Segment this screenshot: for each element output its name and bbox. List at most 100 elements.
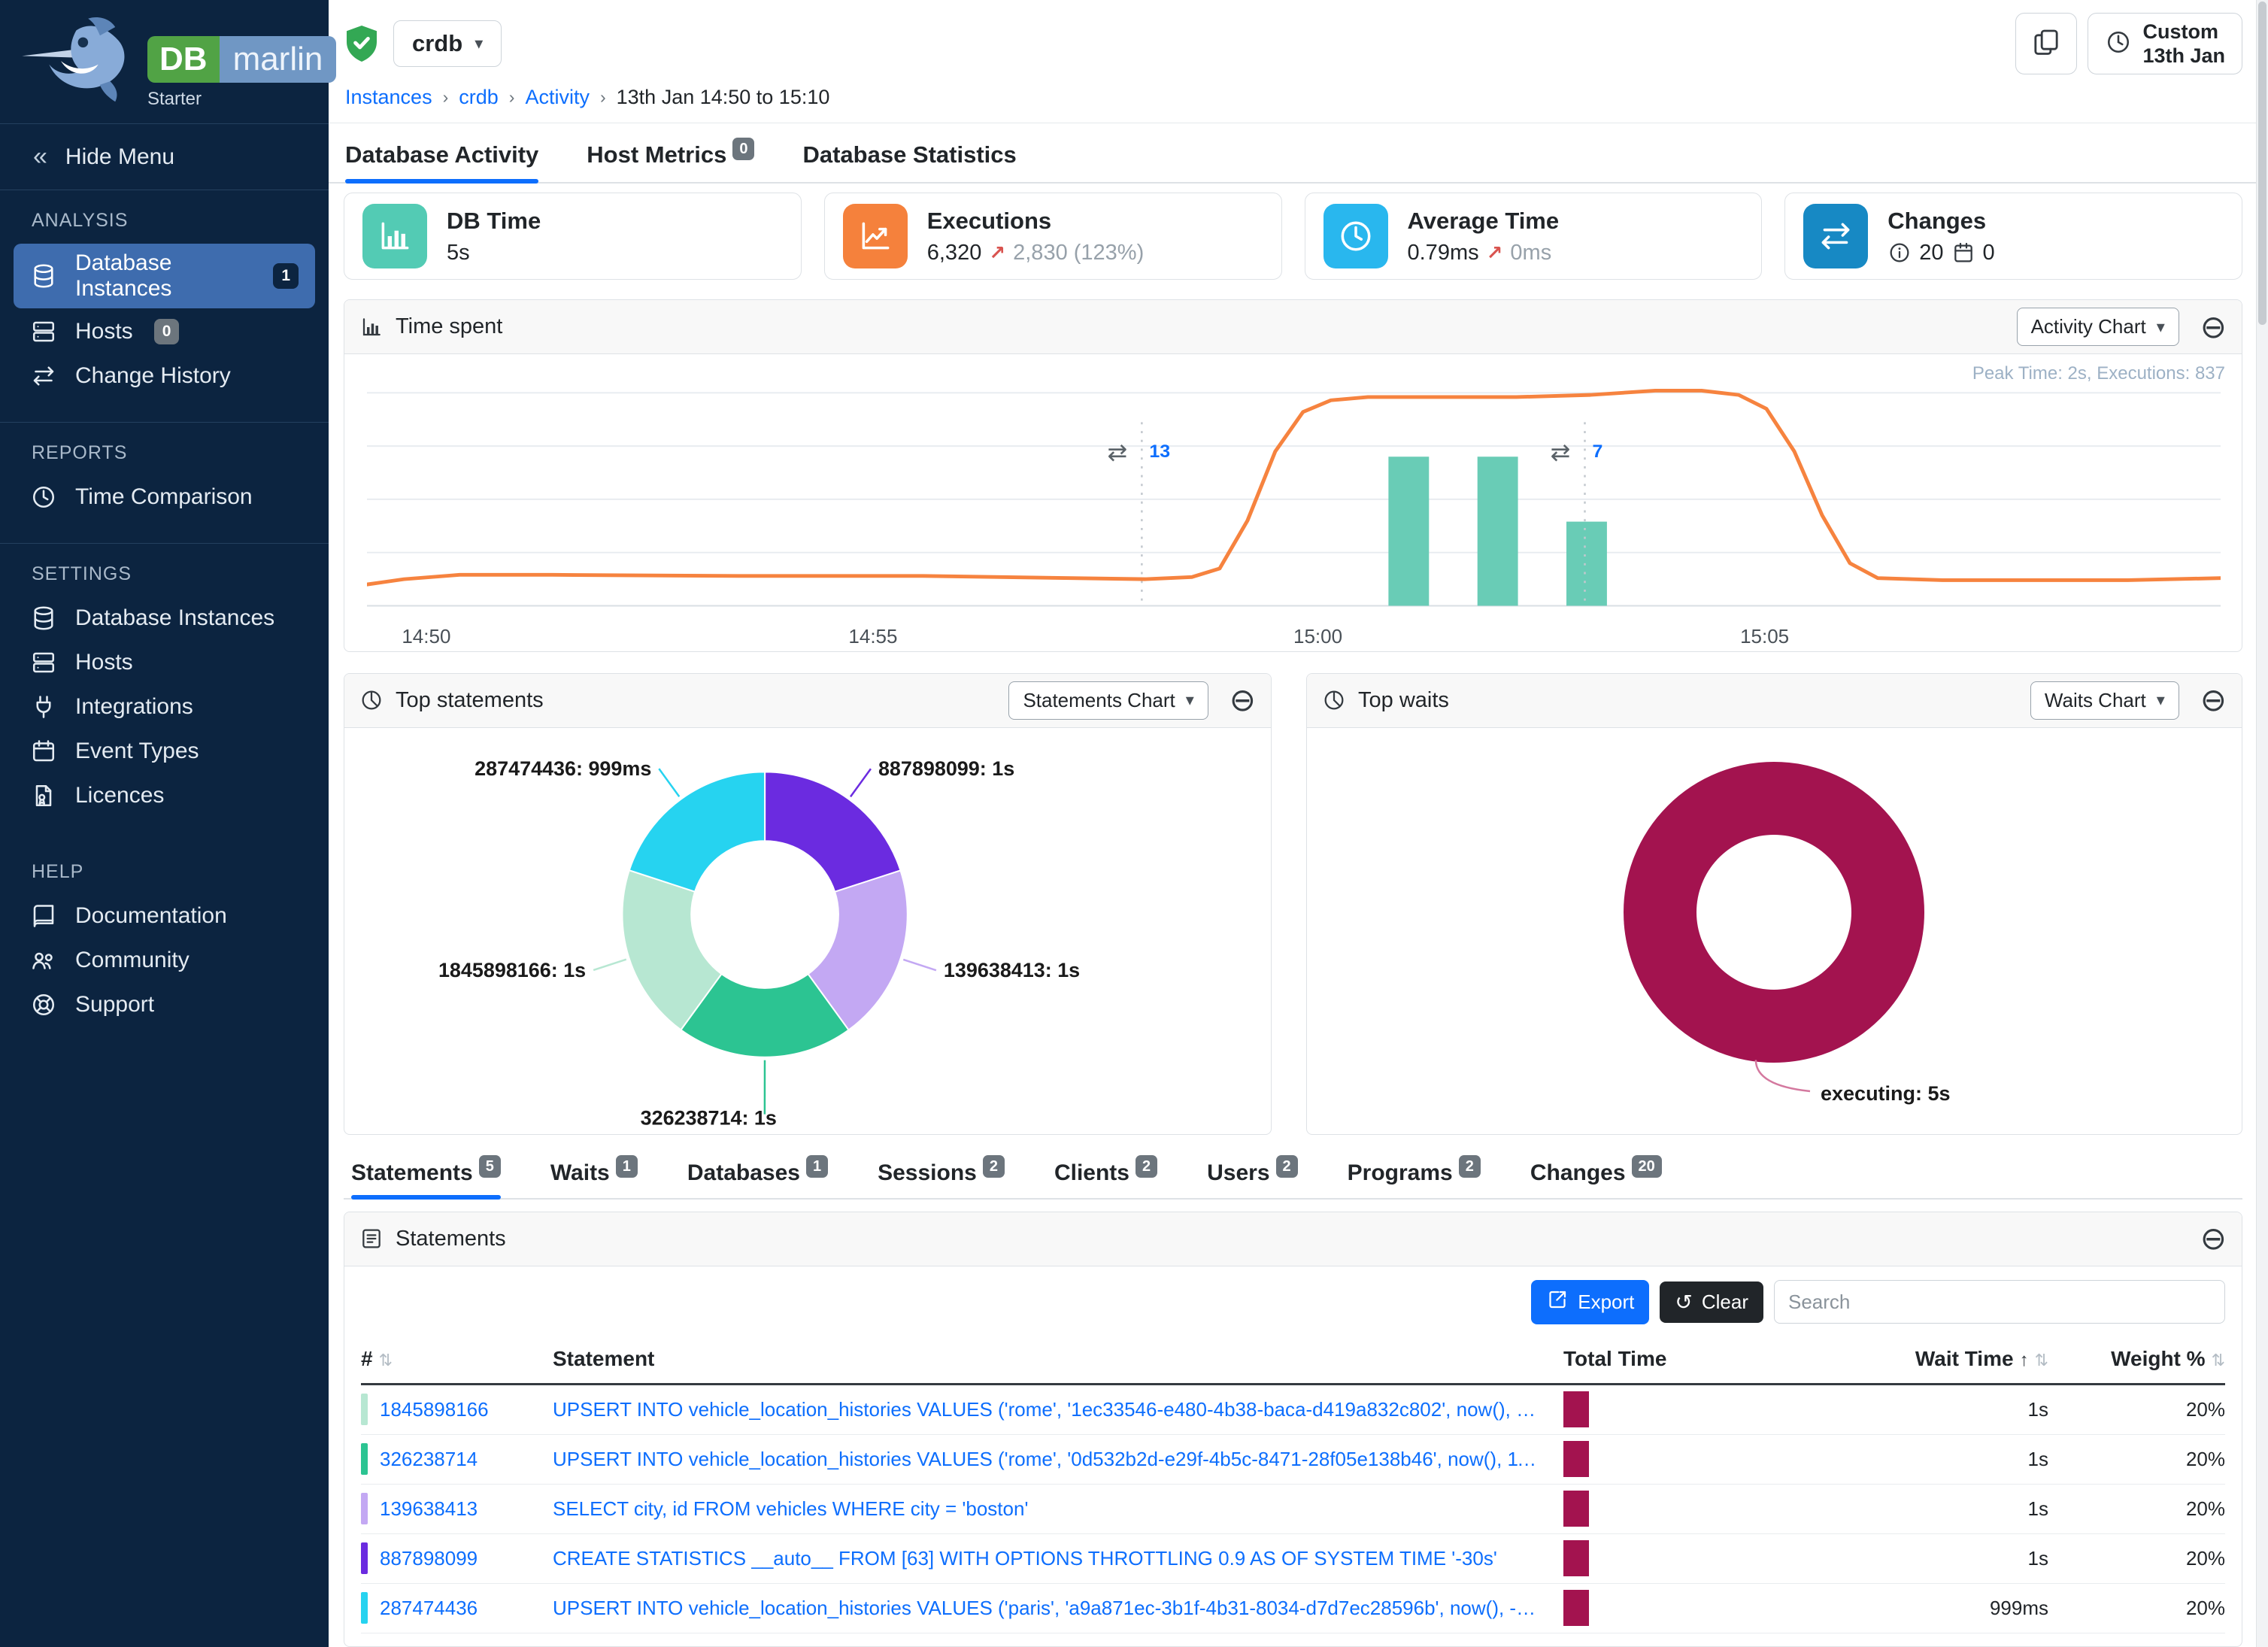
count-badge: 1 bbox=[806, 1155, 828, 1178]
collapse-panel-icon[interactable]: ⊖ bbox=[2200, 1223, 2227, 1254]
tab-label: Statements bbox=[351, 1160, 473, 1185]
statement-id-link[interactable]: 287474436 bbox=[361, 1592, 553, 1624]
statements-donut-area: 887898099: 1s139638413: 1s326238714: 1s1… bbox=[344, 728, 1271, 1134]
kpi-pair-value: 0 bbox=[1983, 241, 1995, 265]
sidebar-item-time-comparison[interactable]: Time Comparison bbox=[14, 476, 315, 518]
column-header-[interactable]: #⇅ bbox=[361, 1347, 553, 1371]
chart-line-icon bbox=[843, 204, 908, 268]
weight-cell: 20% bbox=[2048, 1398, 2225, 1421]
sidebar-item-hosts[interactable]: Hosts bbox=[14, 642, 315, 684]
sidebar-item-event-types[interactable]: Event Types bbox=[14, 730, 315, 772]
trend-up-icon: ↗ bbox=[989, 241, 1005, 265]
kpi-delta: 2,830 (123%) bbox=[1013, 241, 1144, 265]
waits-chart-select[interactable]: Waits Chart ▾ bbox=[2030, 681, 2179, 720]
sort-icon[interactable]: ⇅ bbox=[2212, 1351, 2225, 1369]
sidebar-item-label: Hosts bbox=[75, 650, 133, 675]
statements-chart-select[interactable]: Statements Chart ▾ bbox=[1008, 681, 1208, 720]
tab-label: Programs bbox=[1348, 1160, 1453, 1185]
clear-button[interactable]: ↺ Clear bbox=[1660, 1282, 1763, 1323]
statement-link[interactable]: UPSERT INTO vehicle_location_histories V… bbox=[553, 1448, 1563, 1471]
detail-tab-users[interactable]: Users2 bbox=[1207, 1160, 1298, 1198]
sidebar-item-community[interactable]: Community bbox=[14, 939, 315, 981]
total-time-cell bbox=[1563, 1441, 1755, 1477]
column-header-wait-time[interactable]: Wait Time↑⇅ bbox=[1755, 1347, 2048, 1371]
sort-icon[interactable]: ⇅ bbox=[379, 1351, 393, 1369]
column-label: Statement bbox=[553, 1347, 654, 1370]
statement-link[interactable]: CREATE STATISTICS __auto__ FROM [63] WIT… bbox=[553, 1547, 1563, 1570]
scrollbar-thumb[interactable] bbox=[2258, 2, 2266, 325]
statement-id-link[interactable]: 139638413 bbox=[361, 1493, 553, 1524]
docs-icon bbox=[30, 902, 59, 930]
total-time-bar bbox=[1563, 1491, 1589, 1527]
kpi-card-executions: Executions6,320↗2,830 (123%) bbox=[824, 193, 1282, 280]
x-tick: 14:50 bbox=[402, 625, 450, 648]
breadcrumb-link-crdb[interactable]: crdb bbox=[459, 86, 499, 109]
collapse-panel-icon[interactable]: ⊖ bbox=[2200, 684, 2227, 716]
statement-id-link[interactable]: 326238714 bbox=[361, 1443, 553, 1475]
sidebar-item-change-history[interactable]: Change History bbox=[14, 355, 315, 397]
statement-id-link[interactable]: 887898099 bbox=[361, 1542, 553, 1574]
tab-database-statistics[interactable]: Database Statistics bbox=[802, 141, 1016, 182]
detail-tab-sessions[interactable]: Sessions2 bbox=[878, 1160, 1005, 1198]
sidebar-item-documentation[interactable]: Documentation bbox=[14, 895, 315, 937]
activity-chart-select[interactable]: Activity Chart ▾ bbox=[2017, 308, 2179, 346]
sidebar-item-database-instances[interactable]: Database Instances bbox=[14, 597, 315, 639]
chart-select-label: Activity Chart bbox=[2031, 315, 2146, 338]
tab-database-activity[interactable]: Database Activity bbox=[345, 141, 538, 182]
statement-id-link[interactable]: 1845898166 bbox=[361, 1394, 553, 1425]
breadcrumb-link-instances[interactable]: Instances bbox=[345, 86, 432, 109]
info-icon bbox=[1887, 241, 1912, 265]
color-chip bbox=[361, 1542, 368, 1574]
tab-label: Database Activity bbox=[345, 141, 538, 168]
column-header-weight[interactable]: Weight %⇅ bbox=[2048, 1347, 2225, 1371]
sidebar-item-hosts[interactable]: Hosts0 bbox=[14, 311, 315, 353]
breadcrumb-link-activity[interactable]: Activity bbox=[525, 86, 590, 109]
hide-menu-button[interactable]: « Hide Menu bbox=[0, 123, 329, 190]
sort-ascending-icon[interactable]: ↑ bbox=[2020, 1350, 2029, 1370]
weight-cell: 20% bbox=[2048, 1448, 2225, 1471]
detail-tab-waits[interactable]: Waits1 bbox=[550, 1160, 638, 1198]
detail-tab-clients[interactable]: Clients2 bbox=[1054, 1160, 1157, 1198]
instance-name: crdb bbox=[412, 30, 462, 57]
clock-icon bbox=[1324, 204, 1388, 268]
sidebar-item-integrations[interactable]: Integrations bbox=[14, 686, 315, 728]
sidebar-item-support[interactable]: Support bbox=[14, 984, 315, 1026]
detail-tab-programs[interactable]: Programs2 bbox=[1348, 1160, 1481, 1198]
kpi-row: DB Time5sExecutions6,320↗2,830 (123%)Ave… bbox=[329, 184, 2268, 299]
kpi-title: Changes bbox=[1887, 208, 1994, 235]
chevron-down-icon: ▾ bbox=[475, 34, 483, 53]
waits-donut-chart[interactable]: executing: 5s bbox=[1307, 728, 2242, 1134]
statement-link[interactable]: SELECT city, id FROM vehicles WHERE city… bbox=[553, 1497, 1563, 1521]
chart-bars-icon bbox=[362, 204, 427, 268]
statements-donut-chart[interactable]: 887898099: 1s139638413: 1s326238714: 1s1… bbox=[344, 728, 1271, 1134]
time-spent-chart[interactable]: ⇄13⇄7 bbox=[367, 371, 2221, 620]
detail-tab-databases[interactable]: Databases1 bbox=[687, 1160, 828, 1198]
chevron-down-icon: ▾ bbox=[2157, 317, 2165, 337]
color-chip bbox=[361, 1493, 368, 1524]
page-tabs: Database Activity Host Metrics0 Database S… bbox=[329, 123, 2268, 184]
event-icon bbox=[30, 737, 59, 766]
copy-link-button[interactable] bbox=[2015, 13, 2077, 74]
collapse-panel-icon[interactable]: ⊖ bbox=[2200, 311, 2227, 343]
search-input[interactable] bbox=[1774, 1280, 2225, 1324]
svg-text:1845898166: 1s: 1845898166: 1s bbox=[438, 959, 586, 981]
sidebar-item-licences[interactable]: Licences bbox=[14, 775, 315, 817]
sidebar-item-database-instances[interactable]: Database Instances1 bbox=[14, 244, 315, 308]
tab-host-metrics[interactable]: Host Metrics0 bbox=[587, 141, 754, 182]
waits-donut-area: executing: 5s bbox=[1307, 728, 2242, 1134]
detail-tab-statements[interactable]: Statements5 bbox=[351, 1160, 501, 1198]
time-range-button[interactable]: Custom 13th Jan bbox=[2088, 13, 2242, 74]
sidebar-section-reports: REPORTSTime Comparison bbox=[0, 423, 329, 544]
export-label: Export bbox=[1578, 1291, 1634, 1314]
instance-selector[interactable]: crdb ▾ bbox=[393, 20, 502, 67]
statement-link[interactable]: UPSERT INTO vehicle_location_histories V… bbox=[553, 1398, 1563, 1421]
count-badge: 2 bbox=[1276, 1155, 1298, 1178]
scrollbar[interactable] bbox=[2256, 0, 2268, 1647]
export-button[interactable]: Export bbox=[1531, 1280, 1649, 1324]
sort-icon[interactable]: ⇅ bbox=[2035, 1351, 2048, 1369]
sidebar-item-label: Integrations bbox=[75, 694, 193, 720]
detail-tab-changes[interactable]: Changes20 bbox=[1530, 1160, 1662, 1198]
statement-link[interactable]: UPSERT INTO vehicle_location_histories V… bbox=[553, 1597, 1563, 1620]
chart-select-label: Waits Chart bbox=[2045, 689, 2146, 712]
collapse-panel-icon[interactable]: ⊖ bbox=[1230, 684, 1256, 716]
